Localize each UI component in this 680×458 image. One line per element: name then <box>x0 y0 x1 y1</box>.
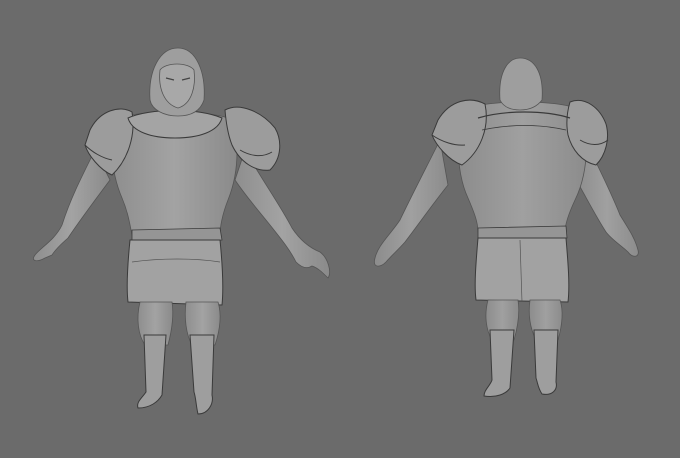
3d-viewport <box>0 0 680 458</box>
model-render <box>33 47 639 415</box>
character-back-view <box>373 57 639 397</box>
character-front-view <box>33 47 330 415</box>
